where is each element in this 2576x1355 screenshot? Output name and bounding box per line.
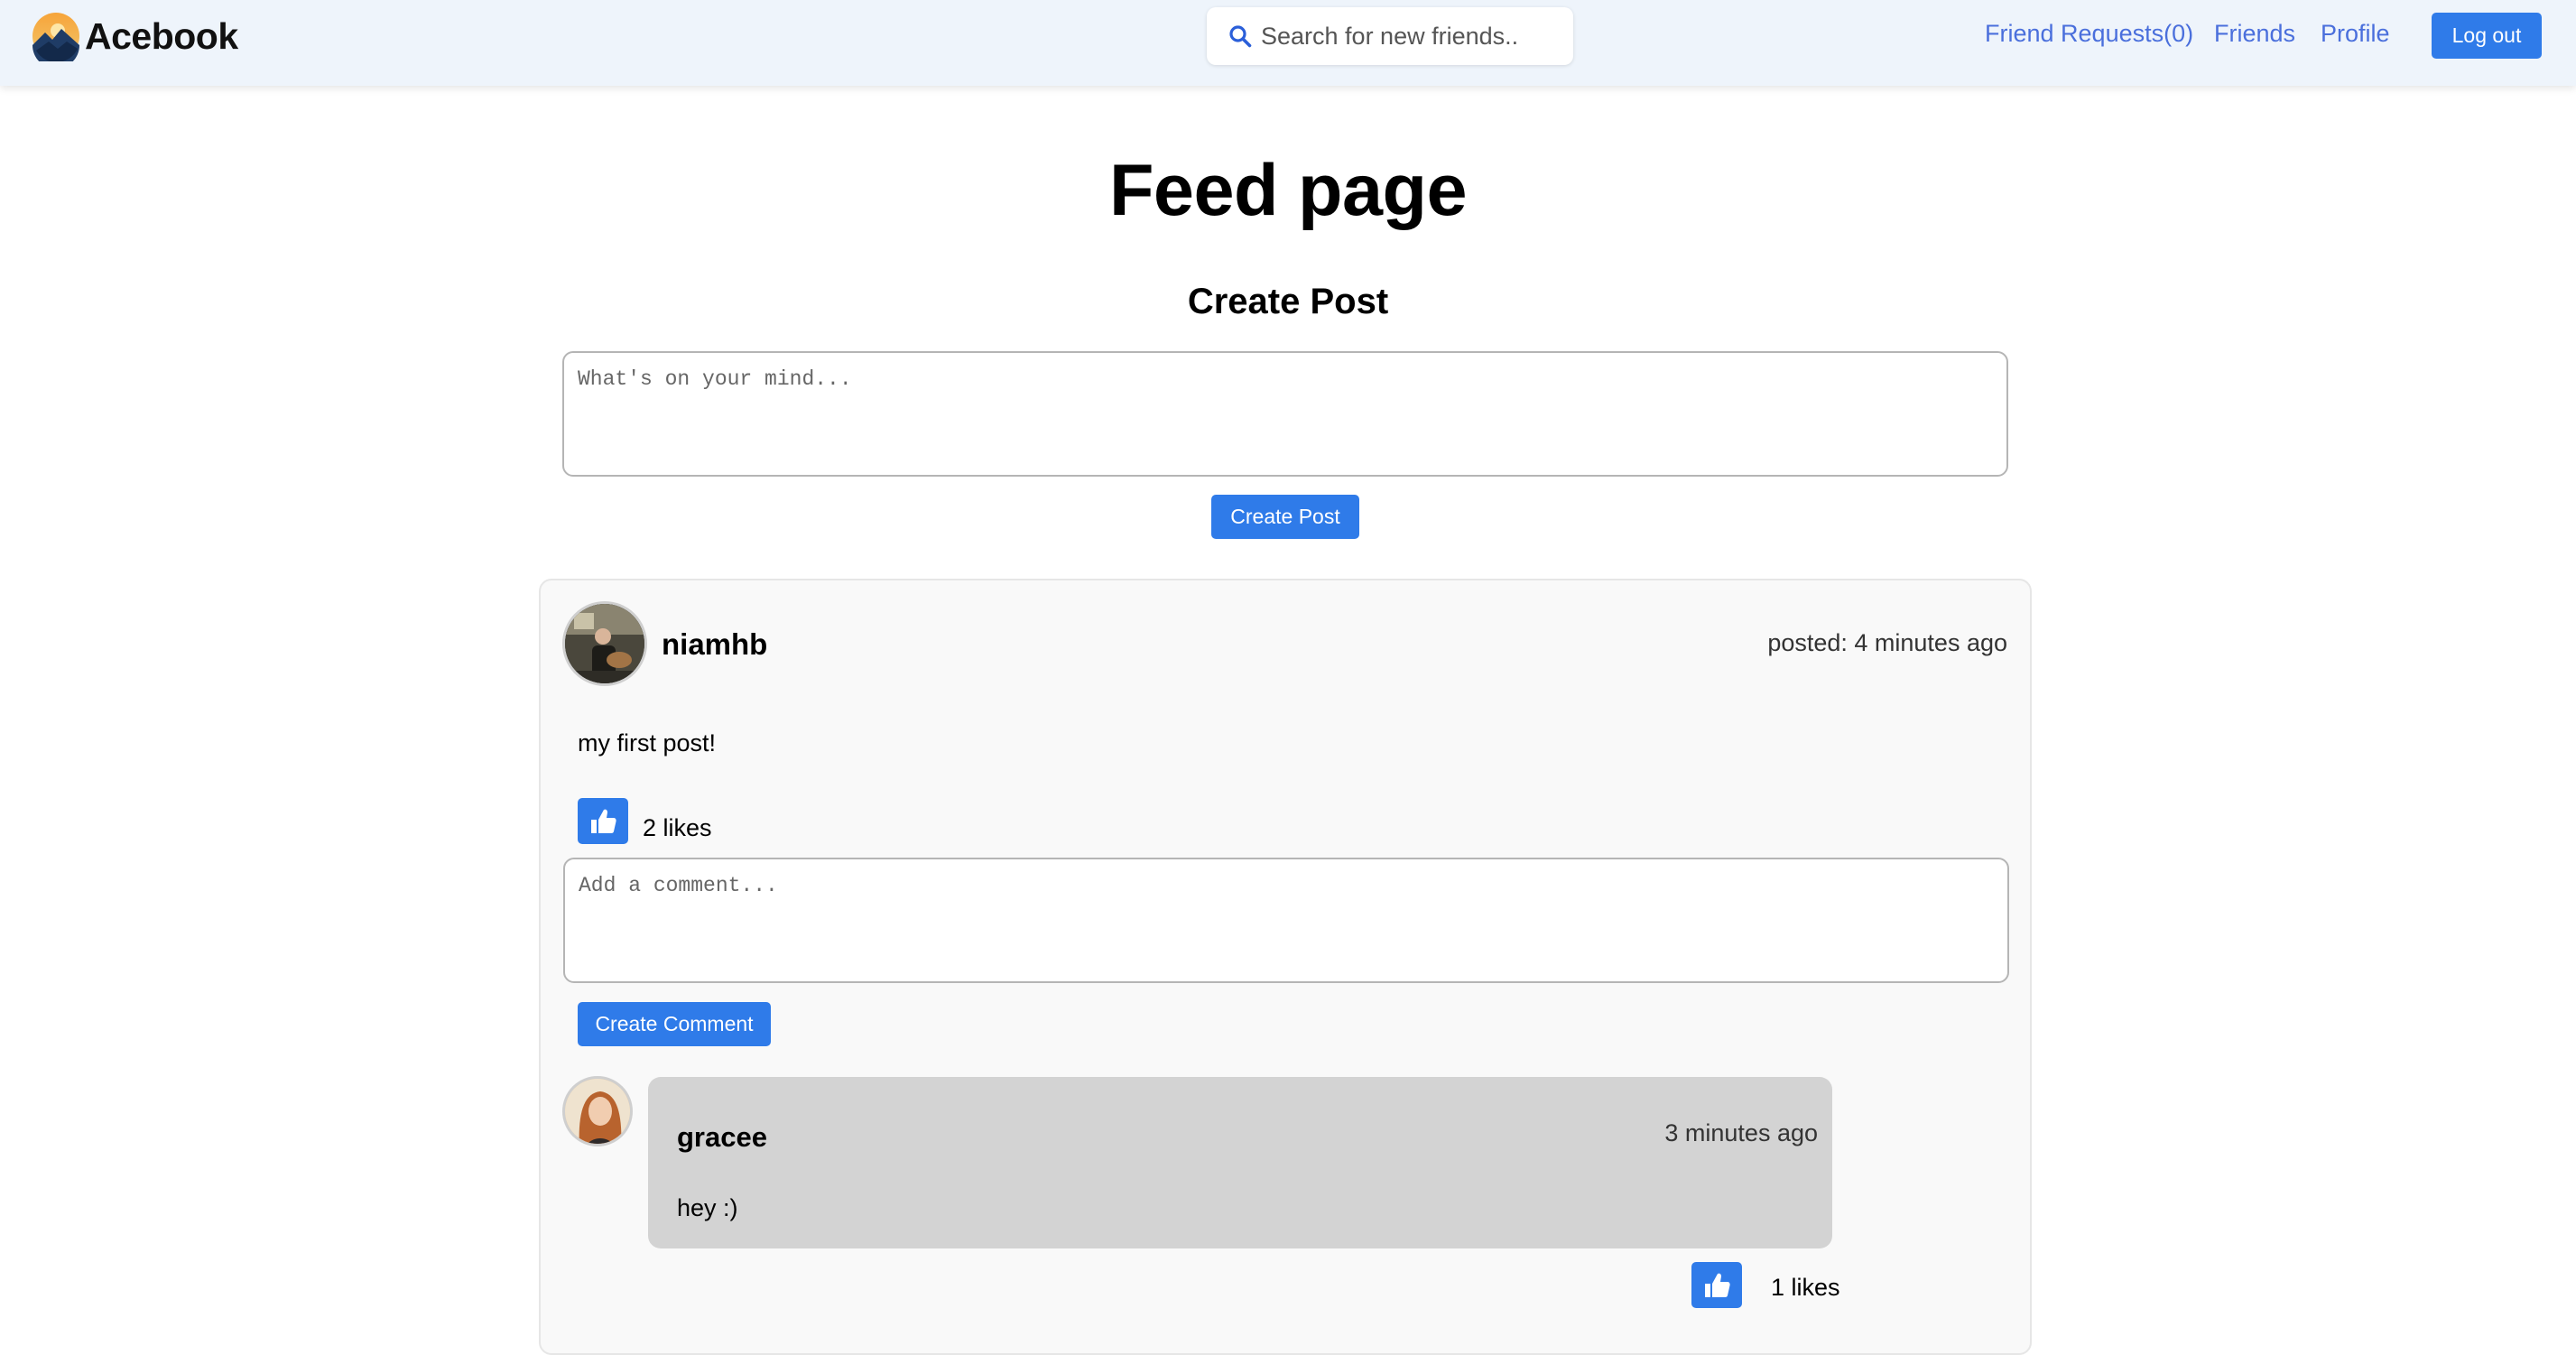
thumbs-up-icon (591, 809, 616, 833)
acebook-logo-icon (32, 13, 79, 61)
thumbs-up-icon (1705, 1273, 1730, 1297)
create-comment-button[interactable]: Create Comment (578, 1002, 771, 1046)
comment-input[interactable] (563, 858, 2009, 983)
comment-bubble (648, 1077, 1832, 1248)
post-timestamp: posted: 4 minutes ago (1767, 629, 2007, 656)
nav-link-friends[interactable]: Friends (2214, 20, 2295, 48)
search-icon (1229, 25, 1252, 48)
post-username[interactable]: niamhb (662, 627, 767, 662)
comment-like-button[interactable] (1691, 1262, 1742, 1308)
avatar[interactable] (562, 601, 647, 686)
comment-likes-count: 1 likes (1771, 1274, 1840, 1301)
create-post-heading: Create Post (1187, 282, 1389, 321)
post-likes-count: 2 likes (643, 814, 712, 841)
post-like-button[interactable] (578, 798, 628, 844)
comment-avatar[interactable] (562, 1076, 633, 1146)
comment-username[interactable]: gracee (677, 1121, 767, 1154)
create-post-button[interactable]: Create Post (1211, 495, 1359, 539)
comment-timestamp: 3 minutes ago (1664, 1119, 1818, 1146)
search-box[interactable] (1207, 7, 1573, 65)
nav-link-friend-requests[interactable]: Friend Requests(0) (1985, 20, 2193, 48)
create-post-input[interactable] (562, 351, 2008, 477)
logout-button[interactable]: Log out (2432, 13, 2542, 59)
nav-link-profile[interactable]: Profile (2321, 20, 2390, 48)
post-content: my first post! (578, 729, 717, 756)
brand[interactable]: Acebook (31, 7, 238, 65)
navbar: Acebook Friend Requests(0) Friends Profi… (0, 0, 2576, 86)
comment-text: hey :) (677, 1194, 738, 1221)
search-input[interactable] (1261, 7, 1559, 65)
page-title: Feed page (1108, 150, 1468, 231)
brand-name: Acebook (85, 14, 238, 57)
